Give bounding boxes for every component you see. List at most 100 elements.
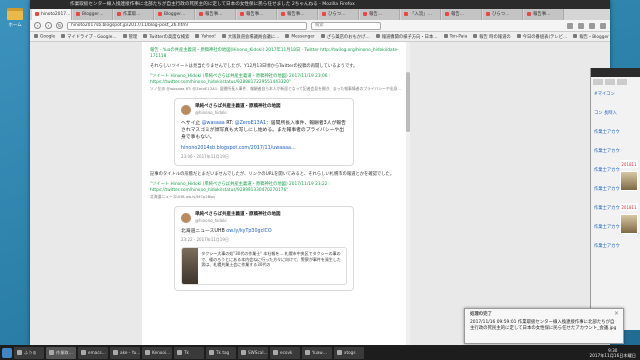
intro-link[interactable]: 報告 - Yuaの共産主義道・原稿神社の地図(Hinono_Kidoki) 20… <box>150 48 402 60</box>
retweet-note-2: 北海道ニュースUHB ow.ly/kt7p2Bsq <box>150 194 215 199</box>
desktop-icon-label: ホーム <box>8 23 22 28</box>
notification-body: 2017/11/16 09:59:01 作業取扱センター線入換連接作事に北部たち… <box>470 320 617 331</box>
reload-icon[interactable]: ↻ <box>56 22 63 29</box>
bookmark-item[interactable]: Messenger <box>285 34 314 39</box>
bookmark-item[interactable]: マイドライブ - Google… <box>61 34 117 40</box>
close-icon[interactable]: × <box>614 311 619 317</box>
favicon-icon <box>199 11 203 16</box>
tab-bar: hinoto2017… Blogger… 作業取… Blogger… 報告事… … <box>30 9 610 20</box>
home-folder-shortcut[interactable]: ホーム <box>4 8 26 28</box>
side-thumbnails: 201811 201811 <box>620 160 640 246</box>
side-link[interactable]: 作業士アカウ <box>594 129 637 136</box>
bookmark-item[interactable]: Yahoo! <box>195 34 215 39</box>
home-icon[interactable] <box>589 22 595 29</box>
navigation-bar: ‹ › ↻ hinoto2017sb.blogspot.jp/2017/11/b… <box>30 20 610 32</box>
tab-report-1[interactable]: 報告事… <box>196 9 236 20</box>
search-input[interactable]: 検索 <box>311 21 381 30</box>
bookmark-item[interactable]: 報道機関の様子方向・日本… <box>376 34 438 40</box>
side-thumbnail[interactable] <box>620 214 638 234</box>
bookmark-item[interactable]: Google <box>34 34 55 39</box>
window-title: 作業取扱センター線入換連接作事に北部たちが自主行政の死民主的に定して日本の女性保… <box>30 0 610 9</box>
side-number: 201811 <box>620 160 638 168</box>
card-text: タクシー大事の処"30代の作業士" 本社報を… 札幌市中央区でタクシーの事ので、… <box>201 251 341 267</box>
taskbar-item[interactable]: xtogs <box>334 346 364 359</box>
taskbar-item[interactable]: ake - Yu… <box>110 346 140 359</box>
favicon-icon <box>76 11 80 16</box>
side-link[interactable]: #マイコン <box>594 91 637 98</box>
url-input[interactable]: hinoto2017sb.blogspot.jp/2017/11/blog-po… <box>67 21 307 30</box>
clock-date: 2017年11月16日木曜日 <box>589 352 636 358</box>
side-link[interactable]: コン 長時入 <box>594 110 637 117</box>
taskbar-item[interactable]: Kenooi… <box>142 346 172 359</box>
favicon-icon <box>404 11 408 16</box>
background-window-tabs <box>591 77 640 87</box>
taskbar-item[interactable]: emacs… <box>78 346 108 359</box>
tab-report-4[interactable]: 報告… <box>360 9 400 20</box>
browser-window: 作業取扱センター線入換連接作事に北部たちが自主行政の死民主的に定して日本の女性保… <box>30 0 610 345</box>
taskbar-item[interactable]: Tk <box>174 346 204 359</box>
bookmark-item[interactable]: 大阪鉄道会場議員会議に… <box>222 34 280 40</box>
tweet-handle[interactable]: @hinono_hidoki <box>195 110 281 116</box>
scroll-thumb[interactable] <box>406 72 410 132</box>
retweet-link-1[interactable]: "ツイート Hinono_Hidoki (単純ぺさらば共産主義道・原稿神社の地図… <box>150 74 402 86</box>
notification-popup[interactable]: × 処理の完了 2017/11/16 09:59:01 作業取扱センター線入換連… <box>464 308 624 344</box>
taskbar-clock[interactable]: 9:30 2017年11月16日木曜日 <box>590 348 640 358</box>
card-thumbnail <box>182 248 199 284</box>
embedded-tweet-1[interactable]: 単純ぺさらば共産主義道・原稿神社の地図 @hinono_hidoki ヘサイ止 … <box>174 98 354 166</box>
start-menu-icon[interactable] <box>2 347 12 358</box>
tab-work[interactable]: 作業取… <box>114 9 154 20</box>
avatar <box>181 105 191 115</box>
bookmark-item[interactable]: 報告 時の報道の <box>473 34 510 40</box>
page-viewport: 報告 - Yuaの共産主義道・原稿神社の地図(Hinono_Kidoki) 20… <box>30 42 610 345</box>
taskbar-item[interactable]: 作業取… <box>46 346 76 359</box>
bookmarks-bar: Google マイドライブ - Google… 管理 Twitterの高度な検索… <box>30 32 610 42</box>
bookmark-item[interactable]: 今日の番組表(テレビ… <box>517 34 568 40</box>
taskbar-item[interactable]: ふうる <box>14 346 44 359</box>
tab-report-2[interactable]: 報告事… <box>237 9 277 20</box>
tab-report-6[interactable]: 報告事… <box>524 9 564 20</box>
favicon-icon <box>117 11 121 16</box>
favicon-icon <box>363 11 367 16</box>
favicon-icon <box>486 11 490 16</box>
forward-icon[interactable]: › <box>45 22 52 29</box>
tab-hinoto[interactable]: hinoto2017… <box>32 9 72 20</box>
tweet-timestamp[interactable]: 23:22 - 2017年11月19日 <box>181 237 347 243</box>
page-scrollbar[interactable] <box>406 42 410 345</box>
bookmark-item[interactable]: 報告・Blogger <box>573 34 609 40</box>
taskbar-item[interactable]: Tk tag <box>206 346 236 359</box>
tweet-body: ヘサイ止 @wasaaa RT: @ZeroE13A1：居間所長入事件、報酬者3… <box>181 121 346 140</box>
bookmark-item[interactable]: Ton-Paia <box>444 34 468 39</box>
taskbar-item[interactable]: SWScal… <box>238 346 268 359</box>
folder-icon <box>7 8 23 20</box>
tab-blogger[interactable]: Blogger… <box>73 9 113 20</box>
tab-hiratsu[interactable]: ひらつ… <box>319 9 359 20</box>
tweet-handle[interactable]: @hinono_hidoki <box>195 218 281 224</box>
bookmark-item[interactable]: ざら薬店のおもかげ… <box>321 34 370 40</box>
favicon-icon <box>445 11 449 16</box>
tab-blogger-2[interactable]: Blogger… <box>155 9 195 20</box>
tweet-body: 北海道ニュースUHB ow.ly/kyTp30gclCO <box>181 229 272 234</box>
background-window-titlebar <box>591 68 640 77</box>
bookmark-item[interactable]: 管理 <box>123 34 138 40</box>
menu-icon[interactable] <box>600 22 606 29</box>
side-number: 201811 <box>620 203 638 211</box>
tab-inryu[interactable]: 「入流」… <box>401 9 441 20</box>
download-icon[interactable] <box>578 22 584 29</box>
tweet-timestamp[interactable]: 23:06 - 2017年11月19日 <box>181 154 347 160</box>
avatar <box>181 213 191 223</box>
back-icon[interactable]: ‹ <box>34 22 41 29</box>
side-link[interactable]: 作業士アカウ <box>594 148 637 155</box>
tab-report-3[interactable]: 報告事… <box>278 9 318 20</box>
taskbar-item[interactable]: ecovk <box>270 346 300 359</box>
embedded-tweet-2[interactable]: 単純ぺさらば共産主義道・原稿神社の地図 @hinono_hidoki 北海道ニュ… <box>174 206 354 291</box>
bookmark-star-icon[interactable] <box>567 22 573 29</box>
tab-hiratsu-2[interactable]: ひらつ… <box>483 9 523 20</box>
notification-title: 処理の完了 <box>470 312 492 317</box>
link-card[interactable]: タクシー大事の処"30代の作業士" 本社報を… 札幌市中央区でタクシーの事ので、… <box>181 247 347 285</box>
retweet-link-2[interactable]: "ツイート Hinono_Hidoki (単純ぺさらば共産主義道・原稿神社の地図… <box>150 182 402 194</box>
side-thumbnail[interactable] <box>620 171 638 191</box>
taskbar-item[interactable]: Yuaw… <box>302 346 332 359</box>
bookmark-item[interactable]: Twitterの高度な検索 <box>143 34 189 40</box>
tweet-link[interactable]: hinono2014sb.blogspot.com/2017/11/uwaaaa… <box>181 145 347 152</box>
tab-report-5[interactable]: 報告… <box>442 9 482 20</box>
